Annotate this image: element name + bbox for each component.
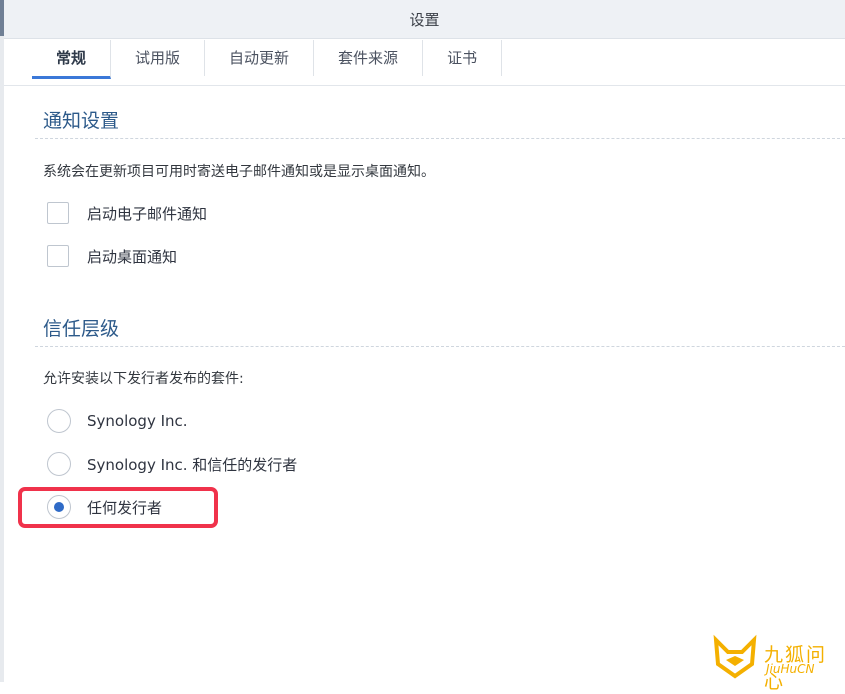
watermark-sub: JiuHuCN [766,662,815,676]
settings-window: 设置 常规 试用版 自动更新 套件来源 证书 通知设置 系统会在更新项目可用时寄… [4,0,845,693]
tab-certificates[interactable]: 证书 [423,40,503,76]
tabs-divider [4,85,845,86]
trust-option-synology-trusted[interactable]: Synology Inc. 和信任的发行者 [47,452,297,476]
trust-section-title: 信任层级 [43,318,120,340]
trust-option-synology[interactable]: Synology Inc. [47,409,188,433]
section-divider [35,138,845,139]
desktop-notification-checkbox[interactable] [47,245,69,267]
tab-trial[interactable]: 试用版 [111,40,206,76]
desktop-notification-label: 启动桌面通知 [87,247,178,266]
tab-general[interactable]: 常规 [32,40,112,79]
fox-logo-icon [713,634,757,679]
tab-auto-update[interactable]: 自动更新 [205,40,315,76]
notification-description: 系统会在更新项目可用时寄送电子邮件通知或是显示桌面通知。 [43,164,435,180]
radio-synology-trusted-label: Synology Inc. 和信任的发行者 [87,455,298,474]
desktop-notification-option[interactable]: 启动桌面通知 [47,245,177,267]
email-notification-checkbox[interactable] [47,202,69,224]
title-bar: 设置 [4,0,845,39]
trust-description: 允许安装以下发行者发布的套件: [43,371,244,387]
radio-synology[interactable] [47,409,71,433]
radio-synology-trusted[interactable] [47,452,71,476]
window-title: 设置 [409,11,440,29]
tab-bar: 常规 试用版 自动更新 套件来源 证书 [32,40,503,79]
section-divider [35,346,845,347]
radio-synology-label: Synology Inc. [87,412,188,430]
email-notification-option[interactable]: 启动电子邮件通知 [47,202,207,224]
email-notification-label: 启动电子邮件通知 [87,204,208,223]
highlight-annotation [18,487,218,528]
tab-package-sources[interactable]: 套件来源 [314,40,424,76]
watermark: 九狐问心 JiuHuCN [712,634,842,693]
notification-section-title: 通知设置 [43,110,120,132]
